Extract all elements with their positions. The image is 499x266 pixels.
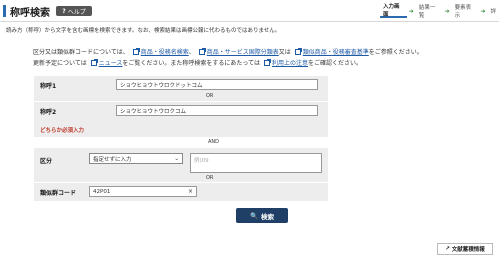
search-button[interactable]: 🔍 検索 xyxy=(236,208,288,223)
step-detail: 要素表示 xyxy=(454,5,472,19)
intro-text: 読み方（称呼）から文字を含む画標を検索できます。なお、検索結果は画標公報に代わる… xyxy=(6,28,281,34)
step-input: 入力画面 xyxy=(380,4,407,18)
progress-steps: 入力画面 ➜ 結果一覧 ➜ 要素表示 ➜ 詳 xyxy=(380,4,499,19)
class-label: 区分 xyxy=(40,158,53,165)
step-more: 詳 xyxy=(490,9,496,15)
link-goods-services-search[interactable]: 商品・役務名検索 xyxy=(141,49,189,56)
title-accent-bar xyxy=(3,5,6,17)
help-button-label: ヘルプ xyxy=(67,8,86,16)
reference-notice: 区分又は類似群コードについては、 商品・役務名検索、 商品・サービス国際分類表又は類… xyxy=(33,48,423,67)
reading2-label: 称呼2 xyxy=(40,109,57,116)
class-select-value: 指定せずに入力 xyxy=(93,156,132,163)
step-results: 結果一覧 xyxy=(418,5,436,19)
or-label: OR xyxy=(206,175,214,181)
search-button-label: 検索 xyxy=(261,212,275,221)
external-link-icon xyxy=(132,48,140,55)
reading-input-panel: 称呼1 ショウヒョウトウロクドットコム OR 称呼2 ショウヒョウトウロクコム … xyxy=(34,76,328,137)
search-icon: 🔍 xyxy=(249,211,259,220)
chevron-down-icon: ⌄ xyxy=(174,155,179,162)
clear-icon[interactable]: × xyxy=(188,188,193,195)
reading1-input[interactable]: ショウヒョウトウロクドットコム xyxy=(116,79,318,90)
row-divider xyxy=(34,101,328,102)
group-code-label: 類似群コード xyxy=(40,190,77,197)
external-link-icon: ↗ xyxy=(445,246,450,252)
reading1-label: 称呼1 xyxy=(40,83,57,90)
question-icon: ? xyxy=(62,7,66,15)
reading2-input[interactable]: ショウヒョウトウロクコム xyxy=(116,105,318,116)
link-similar-goods-standards[interactable]: 類似商品・役務審査基準 xyxy=(303,49,369,56)
required-note: どちらか必須入力 xyxy=(40,128,85,134)
link-terms-of-use[interactable]: 利用上の注意 xyxy=(272,60,308,67)
literature-button-label: 文献蓄積情報 xyxy=(451,247,485,253)
page-title: 称呼検索 xyxy=(10,8,50,19)
literature-info-button[interactable]: ↗ 文献蓄積情報 xyxy=(437,243,493,255)
class-input[interactable]: 例)09 xyxy=(190,153,322,173)
or-label: OR xyxy=(206,93,214,99)
page-header: 称呼検索 ? ヘルプ 入力画面 ➜ 結果一覧 ➜ 要素表示 ➜ 詳 xyxy=(0,0,499,22)
external-link-icon xyxy=(264,59,271,66)
class-code-panel: 区分 指定せずに入力 ⌄ 例)09 OR 類似群コード 42P01 × xyxy=(34,148,328,201)
arrow-right-icon: ➜ xyxy=(408,7,414,15)
arrow-right-icon: ➜ xyxy=(444,7,450,15)
row-divider xyxy=(34,182,328,183)
and-label: AND xyxy=(208,139,220,145)
external-link-icon xyxy=(198,48,206,55)
link-nice-classification[interactable]: 商品・サービス国際分類表 xyxy=(207,49,279,56)
group-code-value: 42P01 xyxy=(93,188,111,195)
external-link-icon xyxy=(90,59,98,66)
arrow-right-icon: ➜ xyxy=(480,7,486,15)
group-code-input[interactable]: 42P01 × xyxy=(89,186,197,197)
help-button[interactable]: ? ヘルプ xyxy=(56,6,92,16)
link-news[interactable]: ニュース xyxy=(99,60,123,67)
external-link-icon xyxy=(294,48,302,55)
class-select[interactable]: 指定せずに入力 ⌄ xyxy=(89,153,183,164)
